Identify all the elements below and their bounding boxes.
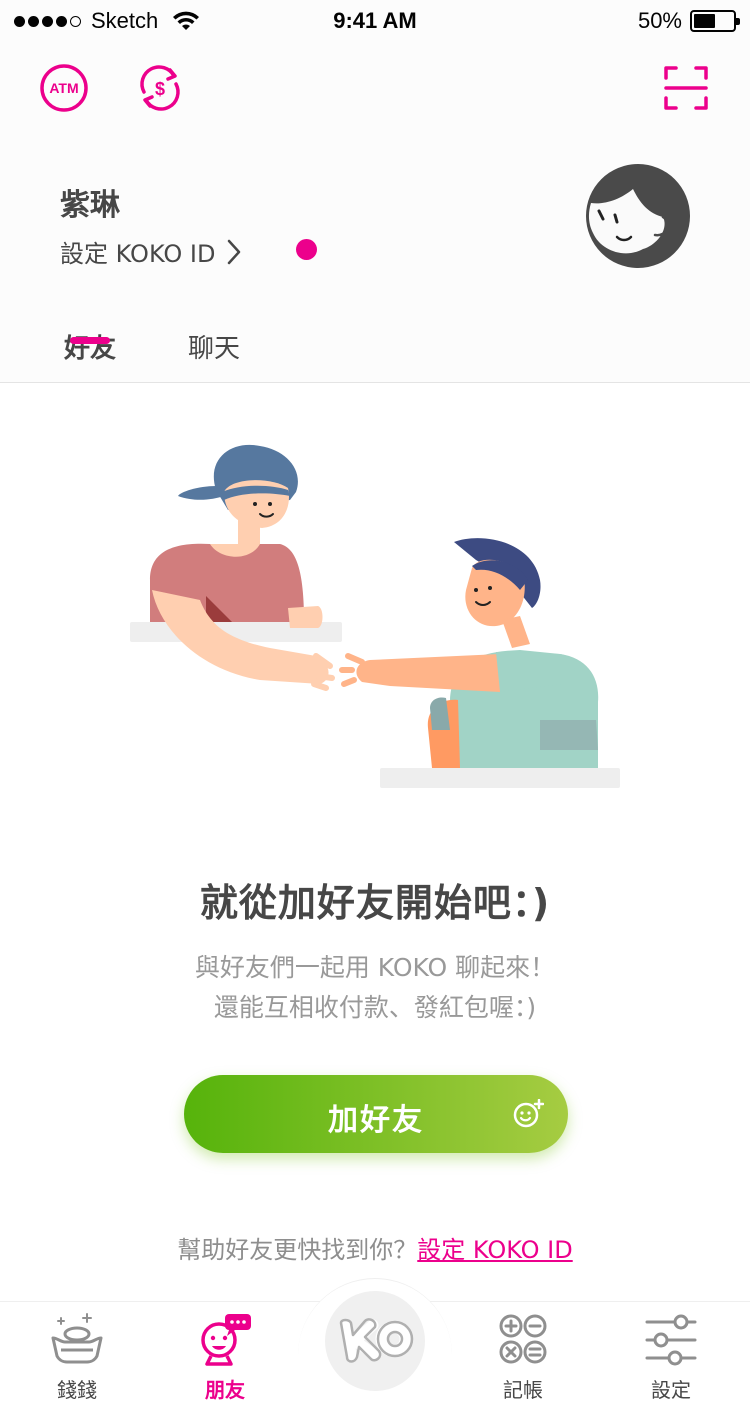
ko-center-button[interactable] [325,1291,425,1391]
empty-state-desc-line2: 還能互相收付款、發紅包喔：) [213,993,537,1022]
svg-text:$: $ [155,79,165,99]
tabbar-label-friends: 朋友 [205,1378,245,1402]
set-kokoid-label: 設定 KOKO ID [60,240,216,268]
status-right: 50% [637,8,740,34]
tabbar-label-accounting: 記帳 [503,1378,543,1402]
tab-friends[interactable]: 好友 [64,328,116,365]
add-friend-smile-icon [513,1099,544,1128]
battery-percent: 50% [637,8,682,33]
atm-icon[interactable]: ATM [38,62,90,114]
status-bar: Sketch 9:41 AM 50% [0,0,750,40]
help-line: 幫助好友更快找到你？設定 KOKO ID [0,1230,750,1265]
profile-header: ATM $ 紫琳 設定 KOKO ID 好友 聊天 [0,40,750,383]
add-friend-label: 加好友 [328,1103,424,1138]
ko-logo-icon [339,1318,414,1363]
help-set-kokoid-link[interactable]: 設定 KOKO ID [417,1236,572,1264]
add-friend-button[interactable]: 加好友 [184,1075,568,1153]
tabbar-item-money[interactable]: 錢錢 [22,1310,132,1402]
settings-sliders-icon [645,1314,697,1366]
avatar[interactable] [585,163,691,273]
friend-chat-tabs: 好友 聊天 [0,328,750,383]
accounting-icon [499,1314,547,1364]
help-text: 幫助好友更快找到你？ [177,1236,418,1264]
empty-state-desc-line1: 與好友們一起用 KOKO 聊起來！ [194,953,556,982]
chevron-right-icon [228,239,241,264]
empty-state-description: 與好友們一起用 KOKO 聊起來！ 還能互相收付款、發紅包喔：) [0,948,750,1028]
friends-handshake-illustration [130,444,620,788]
tabbar-label-settings: 設定 [651,1378,691,1402]
user-name: 紫琳 [60,188,120,223]
tab-chat[interactable]: 聊天 [188,328,240,365]
currency-exchange-icon[interactable]: $ [134,62,186,114]
empty-state-title: 就從加好友開始吧：) [199,881,551,925]
tabbar-item-friends[interactable]: 朋友 [170,1310,280,1402]
battery-icon [690,10,740,32]
tabbar-label-money: 錢錢 [57,1378,97,1402]
atm-icon-label: ATM [49,80,78,96]
scan-icon[interactable] [660,62,712,114]
notification-dot [296,239,317,260]
friends-icon [201,1314,251,1366]
set-kokoid-link[interactable]: 設定 KOKO ID [60,234,243,269]
tab-active-indicator [70,337,110,344]
header-divider [0,382,750,383]
tabbar-item-settings[interactable]: 設定 [616,1310,726,1402]
tabbar-item-accounting[interactable]: 記帳 [468,1310,578,1402]
money-icon [51,1313,103,1364]
